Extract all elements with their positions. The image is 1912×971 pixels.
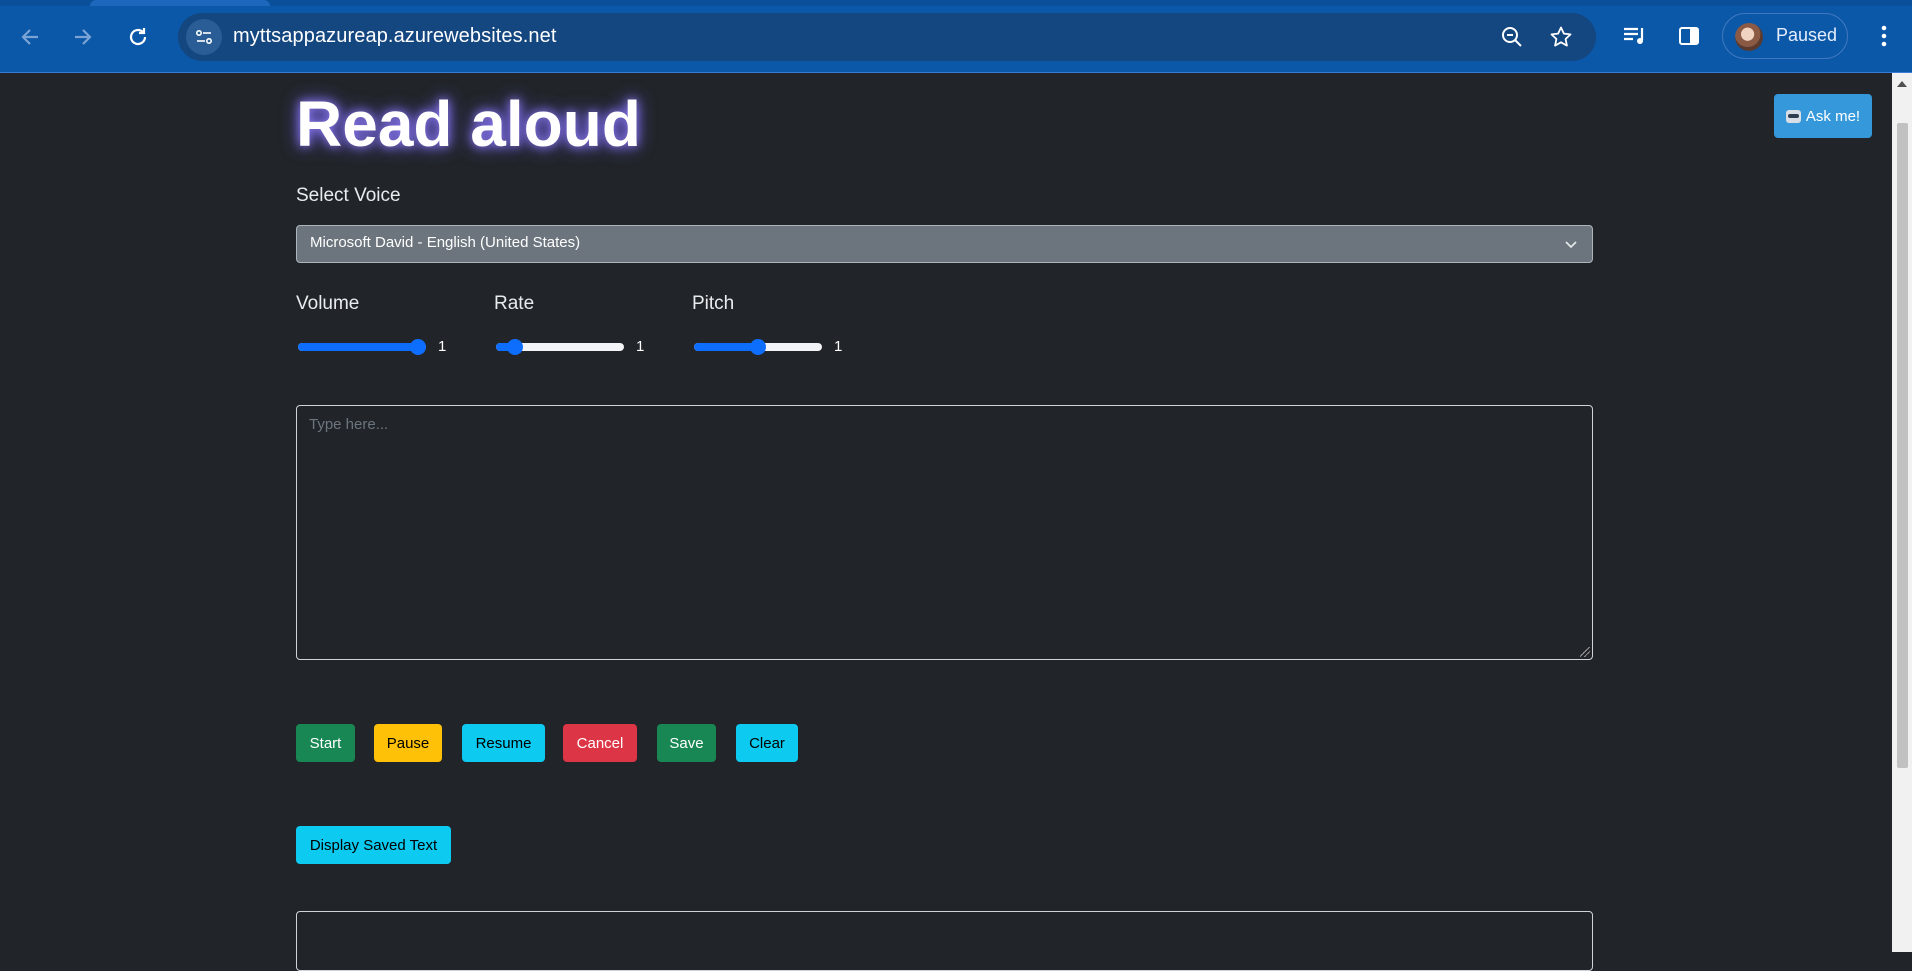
pitch-label: Pitch xyxy=(692,293,735,314)
resize-handle-icon[interactable] xyxy=(1580,647,1590,657)
avatar xyxy=(1735,23,1763,51)
volume-slider[interactable] xyxy=(298,339,426,355)
scroll-up-icon[interactable] xyxy=(1897,81,1907,87)
pitch-value: 1 xyxy=(834,338,843,355)
forward-icon[interactable] xyxy=(65,19,101,55)
browser-toolbar: myttsappazureap.azurewebsites.net Paused xyxy=(0,0,1912,73)
voice-label: Select Voice xyxy=(296,185,401,206)
text-input-placeholder: Type here... xyxy=(309,416,389,433)
rate-value: 1 xyxy=(636,338,645,355)
menu-icon[interactable] xyxy=(1868,20,1900,52)
rate-slider[interactable] xyxy=(496,339,624,355)
pitch-slider-fill xyxy=(694,343,758,351)
reload-icon[interactable] xyxy=(120,19,156,55)
volume-value: 1 xyxy=(438,338,447,355)
rate-label: Rate xyxy=(494,293,535,314)
ask-me-label: Ask me! xyxy=(1805,107,1861,125)
rate-slider-thumb[interactable] xyxy=(507,339,524,355)
volume-label: Volume xyxy=(296,293,360,314)
voice-select[interactable]: Microsoft David - English (United States… xyxy=(296,225,1593,263)
url-text[interactable]: myttsappazureap.azurewebsites.net xyxy=(233,25,556,48)
tab-strip xyxy=(0,0,1912,6)
pause-button[interactable]: Pause xyxy=(374,724,442,762)
saved-text-area[interactable] xyxy=(296,911,1593,971)
site-info-icon[interactable] xyxy=(186,19,222,55)
page-content: Read aloud Ask me! Select Voice Microsof… xyxy=(0,73,1892,971)
volume-slider-thumb[interactable] xyxy=(410,339,426,355)
bookmark-star-icon[interactable] xyxy=(1547,23,1575,51)
cancel-button[interactable]: Cancel xyxy=(563,724,637,762)
address-bar[interactable]: myttsappazureap.azurewebsites.net xyxy=(178,13,1596,61)
pitch-slider[interactable] xyxy=(694,339,822,355)
back-icon[interactable] xyxy=(12,19,48,55)
active-tab[interactable] xyxy=(90,0,270,6)
robot-icon xyxy=(1785,109,1801,123)
ask-me-button[interactable]: Ask me! xyxy=(1774,94,1872,138)
vertical-scrollbar[interactable] xyxy=(1892,73,1912,952)
pitch-slider-thumb[interactable] xyxy=(750,339,766,355)
volume-slider-fill xyxy=(298,343,418,351)
profile-button[interactable]: Paused xyxy=(1722,13,1848,59)
profile-label: Paused xyxy=(1776,25,1838,45)
scrollbar-thumb[interactable] xyxy=(1897,123,1908,768)
clear-button[interactable]: Clear xyxy=(736,724,798,762)
save-button[interactable]: Save xyxy=(657,724,716,762)
voice-select-value: Microsoft David - English (United States… xyxy=(310,234,581,251)
start-button[interactable]: Start xyxy=(296,724,355,762)
resume-button[interactable]: Resume xyxy=(462,724,545,762)
chevron-down-icon xyxy=(1564,236,1578,255)
text-input-area[interactable]: Type here... xyxy=(296,405,1593,660)
media-controls-icon[interactable] xyxy=(1619,20,1651,52)
display-saved-text-button[interactable]: Display Saved Text xyxy=(296,826,451,864)
side-panel-icon[interactable] xyxy=(1673,20,1705,52)
page-title: Read aloud xyxy=(296,88,641,160)
zoom-icon[interactable] xyxy=(1498,23,1526,51)
